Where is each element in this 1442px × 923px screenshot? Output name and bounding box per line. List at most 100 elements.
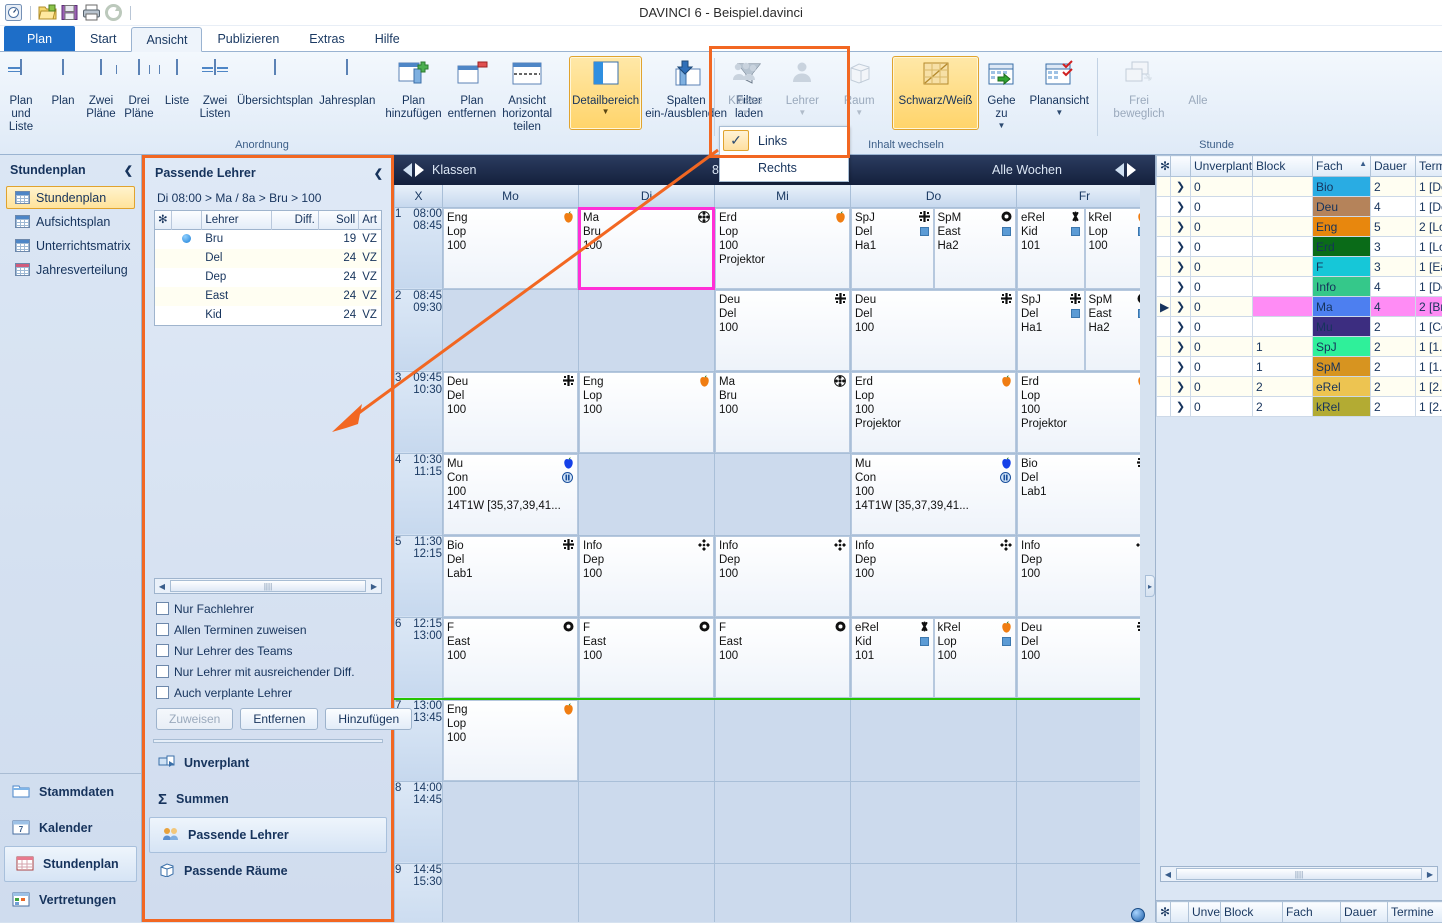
timetable-cell-mi-5[interactable]: InfoDep100 (715, 535, 851, 617)
timetable-cell-di-3[interactable]: EngLop100 (579, 371, 715, 453)
row-selector[interactable] (1157, 337, 1171, 357)
timetable-cell-di-6[interactable]: FEast100 (579, 617, 715, 699)
empty-slot[interactable] (579, 700, 714, 781)
timetable-cell-do-5[interactable]: InfoDep100 (851, 535, 1017, 617)
timetable-cell-do-8[interactable] (851, 781, 1017, 863)
timetable-cell-mi-4[interactable] (715, 453, 851, 535)
column-header-star-2[interactable]: ✻ (1157, 902, 1171, 923)
lesson-block[interactable]: FEast100 (443, 618, 578, 699)
expand-chevron-icon[interactable]: ❯ (1171, 177, 1191, 197)
timetable-cell-mi-9[interactable] (715, 863, 851, 922)
pane-item-summen[interactable]: Σ Summen (145, 781, 391, 817)
row-selector[interactable] (1157, 197, 1171, 217)
prev-week-arrow-icon[interactable] (1115, 163, 1124, 177)
lesson-block[interactable]: EngLop100 (579, 372, 714, 453)
column-header-mi[interactable]: Mi (715, 185, 851, 207)
sidebar-item-jahresverteilung[interactable]: Jahresverteilung (6, 258, 135, 281)
timetable-cell-di-8[interactable] (579, 781, 715, 863)
chevron-down-icon-planansicht[interactable]: ▼ (1055, 108, 1063, 117)
checkbox-allen-terminen-zuweisen[interactable]: Allen Terminen zuweisen (145, 619, 391, 640)
empty-slot[interactable] (715, 864, 850, 923)
timetable-cell-mi-3[interactable]: MaBru100 (715, 371, 851, 453)
table-row[interactable]: ❯01SpM21 [1. (1157, 357, 1442, 377)
lesson-block[interactable]: kRelLop100 (934, 618, 1017, 699)
timetable-cell-fr-2[interactable]: SpJDelHa1SpMEastHa2 (1017, 289, 1141, 371)
lesson-block[interactable]: eRelKid101 (851, 618, 934, 699)
ribbon-lehrer-button[interactable]: Lehrer ▼ (774, 56, 831, 130)
scroll-right-icon[interactable]: ▶ (367, 582, 381, 591)
timetable-cell-mo-7[interactable]: EngLop100 (443, 699, 579, 781)
pane-item-unverplant[interactable]: Unverplant (145, 745, 391, 781)
timetable-cell-mo-6[interactable]: FEast100 (443, 617, 579, 699)
lesson-block[interactable]: DeuDel100 (443, 372, 578, 453)
chevron-down-icon-raum[interactable]: ▼ (855, 108, 863, 117)
scroll-right-icon[interactable]: ▶ (1423, 870, 1437, 879)
next-week-arrow-icon[interactable] (1127, 163, 1136, 177)
empty-slot[interactable] (715, 454, 850, 535)
ribbon-uebersichtsplan-button[interactable]: Übersichtsplan (234, 56, 316, 130)
tab-plan[interactable]: Plan (4, 26, 75, 51)
expand-chevron-icon[interactable]: ❯ (1171, 237, 1191, 257)
row-selector[interactable]: ▶ (1157, 297, 1171, 317)
empty-slot[interactable] (851, 864, 1016, 923)
timetable-cell-mi-1[interactable]: ErdLop100Projektor (715, 207, 851, 289)
checkbox-icon[interactable] (156, 623, 169, 636)
empty-slot[interactable] (715, 700, 850, 781)
sidebar-item-unterrichtsmatrix[interactable]: Unterrichtsmatrix (6, 234, 135, 257)
timetable-cell-fr-7[interactable] (1017, 699, 1141, 781)
chevron-left-icon[interactable]: ❮ (374, 167, 383, 180)
row-selector[interactable] (1157, 317, 1171, 337)
timetable-cell-do-9[interactable] (851, 863, 1017, 922)
column-header-star[interactable]: ✻ (155, 211, 172, 230)
table-row[interactable]: ❯01SpJ21 [1. (1157, 337, 1442, 357)
menu-item-links[interactable]: ✓ Links (720, 127, 848, 154)
tab-extras[interactable]: Extras (294, 26, 359, 51)
lesson-block[interactable]: FEast100 (715, 618, 850, 699)
column-header-do[interactable]: Do (851, 185, 1017, 207)
checkbox-icon[interactable] (156, 602, 169, 615)
column-header-soll[interactable]: Soll (319, 211, 359, 230)
checkbox-icon[interactable] (156, 644, 169, 657)
lesson-block[interactable]: EngLop100 (443, 700, 578, 781)
scrollbar-thumb[interactable]: |||| (170, 580, 366, 592)
plan-nav-arrows-left[interactable] (394, 163, 432, 177)
timetable-cell-mo-3[interactable]: DeuDel100 (443, 371, 579, 453)
ribbon-ansicht-horizontal-teilen-button[interactable]: Ansicht horizontal teilen (499, 56, 555, 135)
lesson-block[interactable]: InfoDep100 (1017, 536, 1140, 617)
column-header-fach[interactable]: Fach ▲ (1313, 156, 1371, 177)
checkbox-auch-verplante-lehrer[interactable]: Auch verplante Lehrer (145, 682, 391, 703)
column-header-star[interactable]: ✻ (1157, 156, 1171, 177)
table-row[interactable]: ❯0F31 [Ea (1157, 257, 1442, 277)
row-selector[interactable] (1157, 217, 1171, 237)
timetable-grid[interactable]: X Mo Di Mi Do Fr 108:0008:45EngLop100MaB… (394, 185, 1140, 922)
timetable-cell-mo-9[interactable] (443, 863, 579, 922)
module-item-vertretungen[interactable]: Vertretungen (0, 882, 141, 918)
timetable-cell-mi-6[interactable]: FEast100 (715, 617, 851, 699)
lesson-block[interactable]: DeuDel100 (1017, 618, 1140, 699)
module-item-stammdaten[interactable]: Stammdaten (0, 774, 141, 810)
lesson-block[interactable]: InfoDep100 (579, 536, 714, 617)
table-row[interactable]: Dep 24 VZ (155, 268, 381, 287)
timetable-cell-fr-4[interactable]: BioDelLab1 (1017, 453, 1141, 535)
module-item-kalender[interactable]: 7 Kalender (0, 810, 141, 846)
ribbon-drei-plaene-button[interactable]: Drei Pläne (120, 56, 158, 130)
lesson-block[interactable]: EngLop100 (443, 208, 578, 289)
app-icon[interactable] (4, 3, 23, 22)
timetable-cell-di-2[interactable] (579, 289, 715, 371)
ribbon-alle-button[interactable]: Alle (1178, 56, 1218, 130)
klassen-list-table[interactable]: ✻ Unverplant Block Fach ▲ Dauer Termin ❯… (1156, 155, 1442, 417)
checkbox-nur-lehrer-mit-ausreichender-diff[interactable]: Nur Lehrer mit ausreichender Diff. (145, 661, 391, 682)
empty-slot[interactable] (579, 290, 714, 371)
column-header-blank-2[interactable] (1171, 902, 1189, 923)
empty-slot[interactable] (1017, 864, 1140, 923)
prev-arrow-icon[interactable] (403, 163, 412, 177)
expand-chevron-icon[interactable]: ❯ (1171, 337, 1191, 357)
expand-chevron-icon[interactable]: ❯ (1171, 277, 1191, 297)
expand-chevron-icon[interactable]: ❯ (1171, 357, 1191, 377)
tab-publizieren[interactable]: Publizieren (202, 26, 294, 51)
checkbox-nur-fachlehrer[interactable]: Nur Fachlehrer (145, 598, 391, 619)
table-row[interactable]: East 24 VZ (155, 287, 381, 306)
column-header-marker[interactable] (172, 211, 203, 230)
chevron-down-icon-klasse[interactable]: ▼ (741, 108, 749, 117)
timetable-cell-fr-8[interactable] (1017, 781, 1141, 863)
